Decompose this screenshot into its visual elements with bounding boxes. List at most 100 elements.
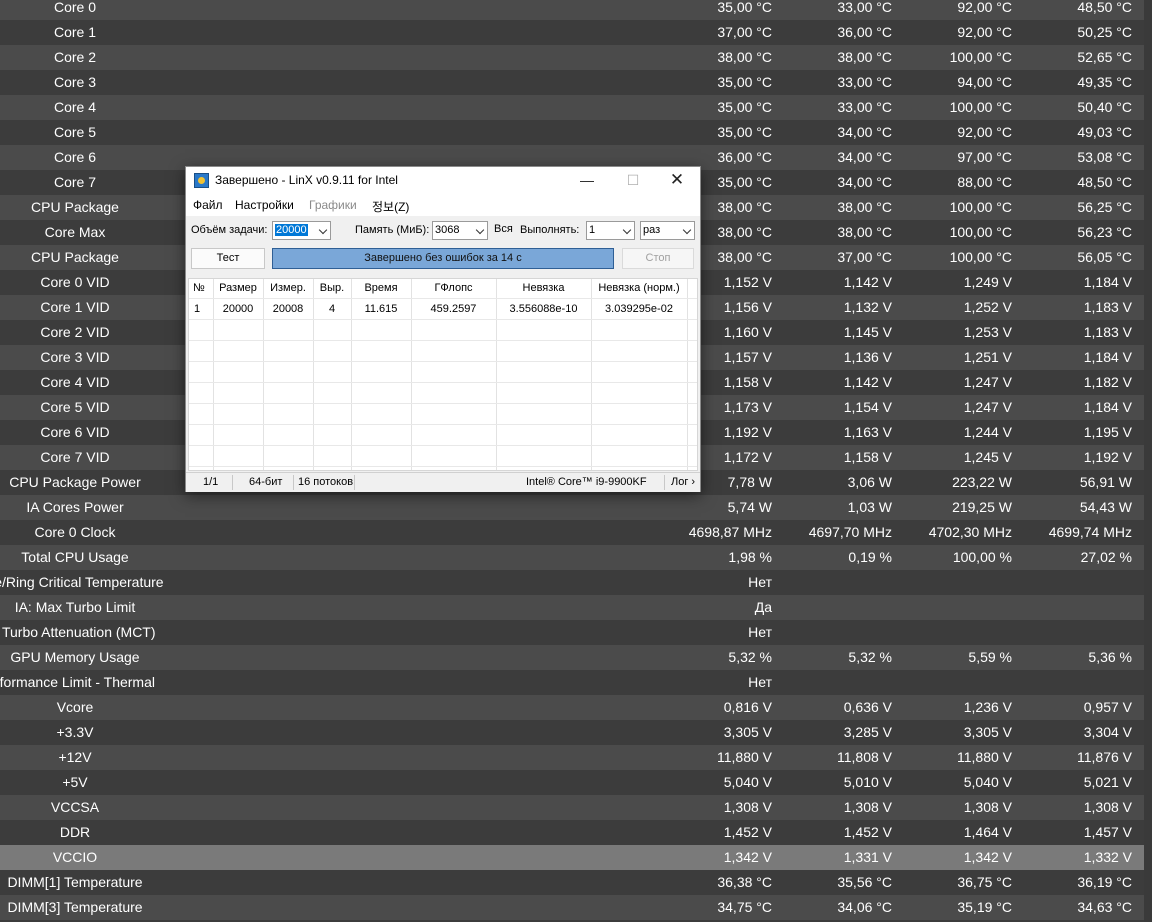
sensor-value: 223,22 W [952,474,1012,490]
column-header[interactable]: Размер [213,282,263,294]
sensor-row[interactable]: : Turbo Attenuation (MCT) Нет [0,620,1152,645]
sensor-value: 100,00 °C [949,249,1012,265]
sensor-row[interactable]: Core 3 35,00 °C 33,00 °C 94,00 °C 49,35 °C [0,70,1152,95]
scrollbar-track[interactable] [1144,0,1152,922]
sensor-value: 49,35 °C [1077,74,1132,90]
task-size-combo[interactable]: 20000 [272,221,331,240]
sensor-name: Core 5 [53,124,97,140]
sensor-row[interactable]: ge/Ring Critical Temperature Нет [0,570,1152,595]
menu-info[interactable]: 정보(Z) [372,198,409,215]
window-title: Завершено - LinX v0.9.11 for Intel [215,173,398,187]
sensor-value: 1,247 V [963,399,1012,415]
sensor-row[interactable]: DIMM[3] Temperature 34,75 °C 34,06 °C 35,19… [0,895,1152,920]
column-header[interactable]: Выр. [313,282,351,294]
sensor-row[interactable]: +5V 5,040 V 5,010 V 5,040 V 5,021 V [0,770,1152,795]
test-button[interactable]: Тест [191,248,265,269]
sensor-value: 0,19 % [848,549,892,565]
column-header[interactable]: ГФлопс [411,282,496,294]
sensor-value: 3,305 V [723,724,772,740]
sensor-row[interactable]: Core 2 38,00 °C 38,00 °C 100,00 °C 52,65 °C [0,45,1152,70]
sensor-row[interactable]: +3.3V 3,305 V 3,285 V 3,305 V 3,304 V [0,720,1152,745]
menu-file[interactable]: Файл [193,198,223,212]
sensor-value: 5,32 % [848,649,892,665]
sensor-row[interactable]: GPU Memory Usage 5,32 % 5,32 % 5,59 % 5,36 % [0,645,1152,670]
result-cell: 3.039295e-02 [605,303,673,315]
sensor-value: 3,304 V [1083,724,1132,740]
stop-button[interactable]: Стоп [622,248,694,269]
sensor-value: Нет [748,674,772,690]
status-threads: 16 потоков [298,476,354,488]
sensor-row[interactable]: IA Cores Power 5,74 W 1,03 W 219,25 W 54,43 … [0,495,1152,520]
title-bar[interactable]: Завершено - LinX v0.9.11 for Intel — ☐ ✕ [186,167,700,195]
log-toggle[interactable]: Лог › [671,476,695,488]
menu-settings[interactable]: Настройки [235,198,294,212]
column-header[interactable]: Невязка [496,282,591,294]
sensor-value: 49,03 °C [1077,124,1132,140]
log-arrow-icon: › [688,476,696,488]
all-memory-checkbox-label[interactable]: Вся [494,223,513,235]
menu-graphs[interactable]: Графики [309,198,357,212]
grid-row-line [189,319,697,320]
sensor-value: 1,195 V [1083,424,1132,440]
sensor-row[interactable]: +12V 11,880 V 11,808 V 11,880 V 11,876 V [0,745,1152,770]
sensor-value: 1,452 V [723,824,772,840]
grid-row-line [189,403,697,404]
status-separator [664,475,665,490]
sensor-row[interactable]: IA: Max Turbo Limit Да [0,595,1152,620]
run-count-value: 1 [589,224,596,236]
column-header[interactable]: Измер. [263,282,313,294]
sensor-row[interactable]: Total CPU Usage 1,98 % 0,19 % 100,00 % 27,02… [0,545,1152,570]
sensor-value: 4702,30 MHz [928,524,1012,540]
sensor-value: 1,136 V [843,349,892,365]
sensor-row[interactable]: Vcore 0,816 V 0,636 V 1,236 V 0,957 V [0,695,1152,720]
sensor-name: IA Cores Power [26,499,124,515]
sensor-value: 54,43 W [1079,499,1132,515]
grid-row-line [189,298,697,299]
sensor-row[interactable]: Core 1 37,00 °C 36,00 °C 92,00 °C 50,25 °C [0,20,1152,45]
run-count-combo[interactable]: 1 [586,221,635,240]
sensor-value: 5,010 V [843,774,892,790]
memory-combo[interactable]: 3068 [432,221,488,240]
sensor-value: 34,06 °C [837,899,892,915]
run-unit-combo[interactable]: раз [640,221,695,240]
sensor-value: 100,00 °C [949,224,1012,240]
sensor-value: 56,05 °C [1077,249,1132,265]
maximize-icon[interactable]: ☐ [610,167,656,195]
grid-row-line [189,445,697,446]
sensor-value: Нет [748,574,772,590]
close-icon[interactable]: ✕ [654,167,700,195]
sensor-row[interactable]: DDR 1,452 V 1,452 V 1,464 V 1,457 V [0,820,1152,845]
sensor-row[interactable]: rformance Limit - Thermal Нет [0,670,1152,695]
sensor-value: 53,08 °C [1077,149,1132,165]
grid-row-line [189,361,697,362]
linx-app-icon [194,173,209,188]
sensor-row[interactable]: Core 0 Clock 4698,87 MHz 4697,70 MHz 4702,3… [0,520,1152,545]
sensor-value: 1,03 W [847,499,892,515]
run-label: Выполнять: [520,224,580,236]
sensor-value: 1,308 V [843,799,892,815]
sensor-row[interactable]: VCCSA 1,308 V 1,308 V 1,308 V 1,308 V [0,795,1152,820]
column-header[interactable]: Невязка (норм.) [591,282,687,294]
sensor-row[interactable]: Core 0 35,00 °C 33,00 °C 92,00 °C 48,50 °C [0,0,1152,20]
column-header[interactable]: Время [351,282,411,294]
sensor-value: 1,98 % [728,549,772,565]
sensor-value: 11,880 V [716,749,772,765]
sensor-row[interactable]: Core 5 35,00 °C 34,00 °C 92,00 °C 49,03 °C [0,120,1152,145]
sensor-value: 1,132 V [843,299,892,315]
sensor-row[interactable]: Core 4 35,00 °C 33,00 °C 100,00 °C 50,40 °C [0,95,1152,120]
sensor-row[interactable]: DIMM[1] Temperature 36,38 °C 35,56 °C 36,75… [0,870,1152,895]
sensor-value: 1,142 V [843,374,892,390]
status-bits: 64-бит [249,476,283,488]
sensor-value: 35,00 °C [717,99,772,115]
sensor-name: Vcore [56,699,94,715]
sensor-name: DIMM[3] Temperature [7,899,143,915]
sensor-value: 4697,70 MHz [808,524,892,540]
sensor-value: 35,00 °C [717,74,772,90]
minimize-icon[interactable]: — [564,167,610,195]
sensor-row[interactable]: VCCIO 1,342 V 1,331 V 1,342 V 1,332 V [0,845,1152,870]
sensor-name: +5V [62,774,88,790]
sensor-value: 56,91 W [1079,474,1132,490]
sensor-value: 33,00 °C [837,99,892,115]
sensor-value: 92,00 °C [957,0,1012,15]
result-cell: 20000 [222,303,254,315]
